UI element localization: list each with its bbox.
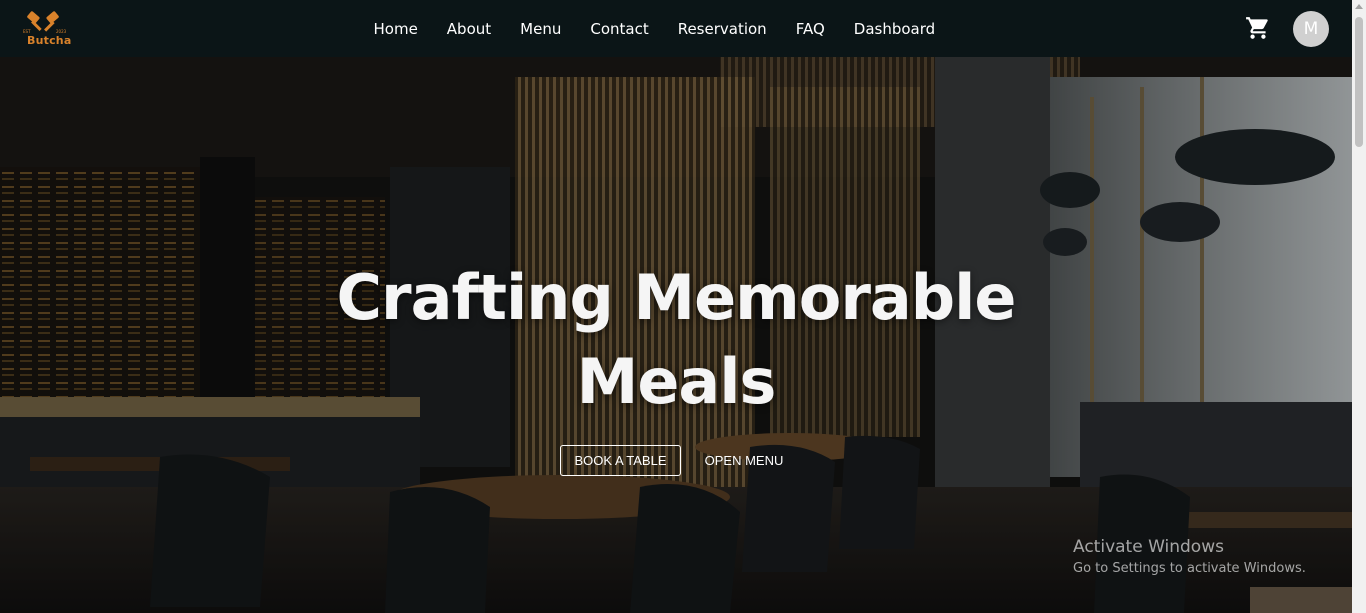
nav-menu[interactable]: Menu (506, 20, 576, 38)
watermark-subtitle: Go to Settings to activate Windows. (1073, 561, 1306, 576)
hero-headline-line1: Crafting Memorable (336, 261, 1017, 334)
nav-contact[interactable]: Contact (576, 20, 663, 38)
hero-headline-line2: Meals (576, 345, 777, 418)
user-avatar[interactable]: M (1293, 11, 1329, 47)
scroll-up-arrow-icon[interactable] (1355, 4, 1363, 9)
nav-about[interactable]: About (432, 20, 505, 38)
nav-home[interactable]: Home (359, 20, 432, 38)
hero-headline: Crafting Memorable Meals (276, 256, 1076, 424)
main-nav: Home About Menu Contact Reservation FAQ … (359, 0, 950, 57)
navbar: EST 2023 Butcha Home About Menu Contact … (0, 0, 1352, 57)
book-table-button[interactable]: BOOK A TABLE (560, 445, 681, 476)
nav-reservation[interactable]: Reservation (663, 20, 781, 38)
brand-logo[interactable]: EST 2023 Butcha (22, 10, 72, 50)
shopping-cart-icon[interactable] (1245, 15, 1271, 41)
hero-section: Crafting Memorable Meals BOOK A TABLE OP… (0, 57, 1352, 613)
open-menu-button[interactable]: OPEN MENU (696, 445, 792, 476)
scroll-thumb[interactable] (1355, 17, 1363, 147)
watermark-title: Activate Windows (1073, 537, 1224, 557)
nav-faq[interactable]: FAQ (781, 20, 839, 38)
brand-name: Butcha (27, 34, 72, 47)
page-scrollbar[interactable] (1352, 0, 1366, 613)
activate-windows-watermark: Activate Windows Go to Settings to activ… (1073, 537, 1306, 578)
nav-dashboard[interactable]: Dashboard (839, 20, 949, 38)
